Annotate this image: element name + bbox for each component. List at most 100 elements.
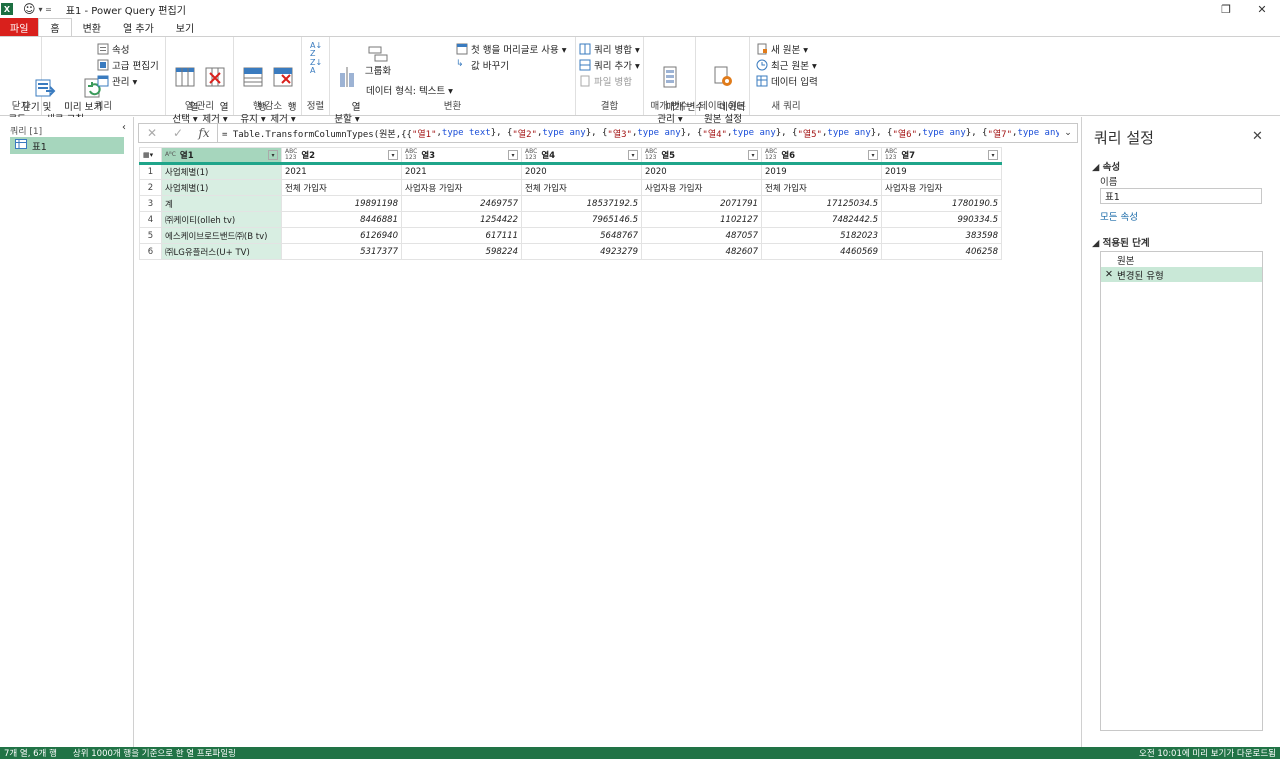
type-badge-icon[interactable]: ABC 123 xyxy=(285,149,297,161)
table-cell[interactable]: 482607 xyxy=(641,243,762,260)
combine-files-button[interactable]: 파일 병합 xyxy=(579,74,632,88)
fx-icon[interactable]: fx xyxy=(191,126,217,140)
table-cell[interactable]: 2020 xyxy=(521,163,642,180)
table-cell[interactable]: 전체 가입자 xyxy=(521,179,642,196)
close-window-button[interactable]: ✕ xyxy=(1244,0,1280,18)
table-cell[interactable]: 7965146.5 xyxy=(521,211,642,228)
table-cell[interactable]: 5648767 xyxy=(521,227,642,244)
table-cell[interactable]: 2469757 xyxy=(401,195,522,212)
column-filter-dropdown-icon[interactable]: ▾ xyxy=(268,150,278,160)
column-filter-dropdown-icon[interactable]: ▾ xyxy=(628,150,638,160)
data-type-dropdown[interactable]: 데이터 형식: 텍스트 ▾ xyxy=(366,83,453,97)
table-cell[interactable]: 617111 xyxy=(401,227,522,244)
column-filter-dropdown-icon[interactable]: ▾ xyxy=(868,150,878,160)
column-filter-dropdown-icon[interactable]: ▾ xyxy=(508,150,518,160)
tab-file[interactable]: 파일 xyxy=(0,18,39,36)
new-source-button[interactable]: 새 원본 ▾ xyxy=(756,42,808,56)
tab-transform[interactable]: 변환 xyxy=(72,18,112,36)
merge-queries-button[interactable]: 쿼리 병합 ▾ xyxy=(579,42,640,56)
column-header-6[interactable]: ABC 123 열6 ▾ xyxy=(761,147,882,165)
table-cell[interactable]: 8446881 xyxy=(281,211,402,228)
table-cell[interactable]: 사업자용 가입자 xyxy=(641,179,762,196)
column-header-1[interactable]: AᴮC 열1 ▾ xyxy=(161,147,282,165)
table-cell[interactable]: 1780190.5 xyxy=(881,195,1002,212)
column-filter-dropdown-icon[interactable]: ▾ xyxy=(748,150,758,160)
properties-section-header[interactable]: ◢ 속성 xyxy=(1092,159,1120,173)
confirm-formula-icon[interactable]: ✓ xyxy=(165,126,191,140)
table-cell[interactable]: 2019 xyxy=(761,163,882,180)
column-header-7[interactable]: ABC 123 열7 ▾ xyxy=(881,147,1002,165)
table-cell[interactable]: 2021 xyxy=(401,163,522,180)
sort-ascending-button[interactable]: A↓ Z xyxy=(310,42,322,58)
table-cell[interactable]: 계 xyxy=(161,195,282,212)
table-cell[interactable]: 사업체별(1) xyxy=(161,163,282,180)
enter-data-button[interactable]: 데이터 입력 xyxy=(756,74,818,88)
table-cell[interactable]: 4923279 xyxy=(521,243,642,260)
quick-access-dropdown[interactable]: ▾ = xyxy=(39,5,52,14)
replace-values-button[interactable]: ↳ 값 바꾸기 xyxy=(456,58,509,72)
tab-home[interactable]: 홈 xyxy=(38,18,72,36)
table-cell[interactable]: ㈜케이티(olleh tv) xyxy=(161,211,282,228)
table-cell[interactable]: 2021 xyxy=(281,163,402,180)
column-filter-dropdown-icon[interactable]: ▾ xyxy=(388,150,398,160)
table-cell[interactable]: 598224 xyxy=(401,243,522,260)
table-cell[interactable]: 2019 xyxy=(881,163,1002,180)
expand-formula-icon[interactable]: ⌄ xyxy=(1059,128,1077,138)
row-number[interactable]: 2 xyxy=(139,179,162,196)
sort-descending-button[interactable]: Z↓ A xyxy=(310,59,322,75)
table-cell[interactable]: 사업체별(1) xyxy=(161,179,282,196)
query-name-input[interactable]: 표1 xyxy=(1100,188,1262,204)
smiley-icon[interactable]: ☺ xyxy=(23,2,36,16)
column-header-4[interactable]: ABC 123 열4 ▾ xyxy=(521,147,642,165)
table-cell[interactable]: 전체 가입자 xyxy=(281,179,402,196)
properties-button[interactable]: 속성 xyxy=(97,42,129,56)
type-badge-icon[interactable]: AᴮC xyxy=(165,152,176,158)
applied-steps-header[interactable]: ◢ 적용된 단계 xyxy=(1092,235,1150,249)
column-header-5[interactable]: ABC 123 열5 ▾ xyxy=(641,147,762,165)
grid-corner-menu[interactable]: ▦▾ xyxy=(139,147,162,165)
table-cell[interactable]: 5317377 xyxy=(281,243,402,260)
collapse-queries-button[interactable]: ‹ xyxy=(122,122,126,133)
type-badge-icon[interactable]: ABC 123 xyxy=(645,149,657,161)
table-cell[interactable]: 1254422 xyxy=(401,211,522,228)
table-cell[interactable]: 5182023 xyxy=(761,227,882,244)
append-queries-button[interactable]: 쿼리 추가 ▾ xyxy=(579,58,640,72)
formula-input[interactable]: = Table.TransformColumnTypes(원본,{{"열1", … xyxy=(217,124,1059,142)
manage-button[interactable]: 관리 ▾ xyxy=(97,74,137,88)
query-item-table1[interactable]: 표1 xyxy=(10,137,124,154)
first-row-header-button[interactable]: 첫 행을 머리글로 사용 ▾ xyxy=(456,42,567,56)
delete-step-icon[interactable]: ✕ xyxy=(1105,269,1117,280)
advanced-editor-button[interactable]: 고급 편집기 xyxy=(97,58,159,72)
column-header-3[interactable]: ABC 123 열3 ▾ xyxy=(401,147,522,165)
table-cell[interactable]: 18537192.5 xyxy=(521,195,642,212)
table-cell[interactable]: 7482442.5 xyxy=(761,211,882,228)
restore-window-button[interactable]: ❐ xyxy=(1208,0,1244,18)
group-by-button[interactable]: 그룹화 xyxy=(362,41,394,78)
table-cell[interactable]: 사업자용 가입자 xyxy=(401,179,522,196)
table-cell[interactable]: 6126940 xyxy=(281,227,402,244)
table-cell[interactable]: 990334.5 xyxy=(881,211,1002,228)
row-number[interactable]: 4 xyxy=(139,211,162,228)
table-cell[interactable]: 에스케이브로드밴드㈜(B tv) xyxy=(161,227,282,244)
tab-add-column[interactable]: 열 추가 xyxy=(112,18,165,36)
type-badge-icon[interactable]: ABC 123 xyxy=(405,149,417,161)
table-cell[interactable]: 19891198 xyxy=(281,195,402,212)
type-badge-icon[interactable]: ABC 123 xyxy=(885,149,897,161)
recent-sources-button[interactable]: 최근 원본 ▾ xyxy=(756,58,817,72)
table-cell[interactable]: ㈜LG유플러스(U+ TV) xyxy=(161,243,282,260)
table-cell[interactable]: 383598 xyxy=(881,227,1002,244)
all-properties-link[interactable]: 모든 속성 xyxy=(1100,209,1138,223)
table-cell[interactable]: 17125034.5 xyxy=(761,195,882,212)
row-number[interactable]: 3 xyxy=(139,195,162,212)
table-cell[interactable]: 사업자용 가입자 xyxy=(881,179,1002,196)
table-cell[interactable]: 406258 xyxy=(881,243,1002,260)
applied-step-item[interactable]: 원본 xyxy=(1101,252,1262,267)
table-cell[interactable]: 1102127 xyxy=(641,211,762,228)
row-number[interactable]: 6 xyxy=(139,243,162,260)
row-number[interactable]: 1 xyxy=(139,163,162,180)
table-cell[interactable]: 4460569 xyxy=(761,243,882,260)
type-badge-icon[interactable]: ABC 123 xyxy=(525,149,537,161)
applied-step-item[interactable]: ✕ 변경된 유형 xyxy=(1101,267,1262,282)
row-number[interactable]: 5 xyxy=(139,227,162,244)
close-settings-icon[interactable]: ✕ xyxy=(1252,129,1263,144)
